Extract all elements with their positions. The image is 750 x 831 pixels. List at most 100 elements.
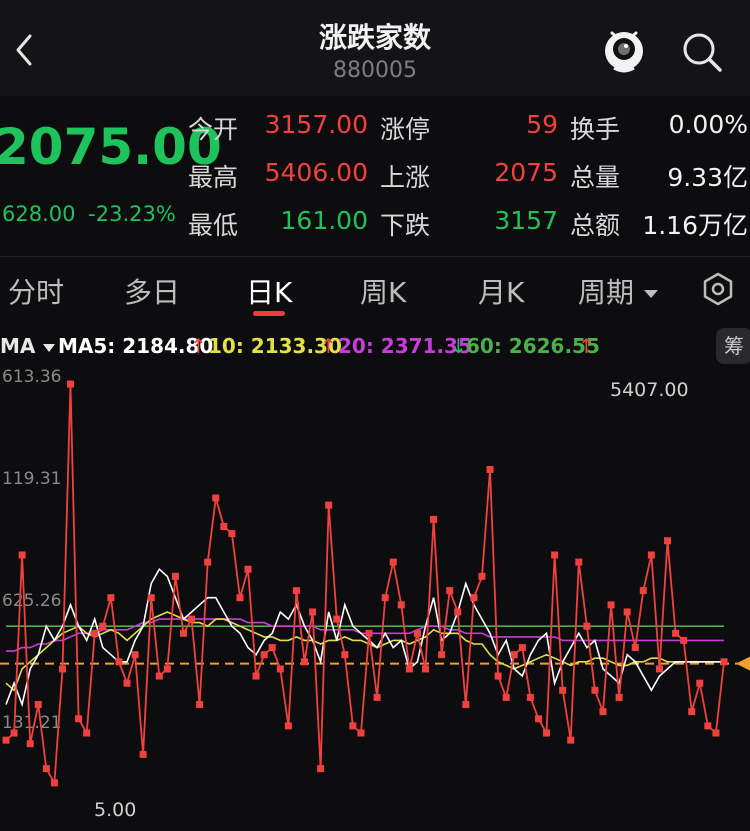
data-point [567,736,575,744]
data-point [284,722,292,730]
stat-label: 上涨 [380,163,431,192]
data-point [107,594,115,602]
data-point [228,530,236,538]
ma5-arrow: ↑ [190,334,207,358]
hexagon-settings-icon[interactable] [700,271,736,307]
data-point [389,558,397,566]
data-point [188,615,196,623]
change-amount: 628.00 [2,202,76,226]
stat-value: 5406.00 [264,158,368,187]
data-point [349,722,357,730]
data-point [204,558,212,566]
data-point [131,651,139,659]
ma-selector[interactable]: MA [0,334,56,358]
data-point [696,679,704,687]
tab-multi-day[interactable]: 多日 [124,271,180,311]
data-point [67,380,75,388]
data-point [50,779,58,787]
tab-monthly-k[interactable]: 月K [478,271,524,311]
data-point [292,587,300,595]
data-point [680,636,688,644]
data-point [171,572,179,580]
data-point [575,558,583,566]
data-point [179,629,187,637]
data-point [454,608,462,616]
data-point [276,665,284,673]
data-point [212,494,220,502]
current-value-marker [736,656,750,671]
k-line-chart[interactable]: 613.36119.31625.26131.215407.005.00 [0,366,750,831]
data-point [373,693,381,701]
data-point [365,629,373,637]
data-point [252,672,260,680]
mascot-icon[interactable] [598,24,650,76]
data-point [526,693,534,701]
change-percent: -23.23% [88,202,176,226]
caret-down-icon [43,344,56,352]
data-point [534,715,542,723]
data-point [486,466,494,474]
data-point [26,740,34,748]
data-point [91,629,99,637]
data-point [155,672,163,680]
data-point [438,651,446,659]
stat-value: 161.00 [280,206,368,235]
tab-weekly-k[interactable]: 周K [360,271,406,311]
data-point [615,693,623,701]
tab-period[interactable]: 周期 [578,271,659,311]
data-point [720,658,728,666]
stat-value: 0.00% [668,110,748,139]
data-point [591,686,599,694]
active-tab-indicator [253,311,285,316]
data-point [220,523,228,531]
ma20-arrow: ↓ [450,334,467,358]
data-point [664,537,672,545]
ma-legend: MA MA5: 2184.80 ↑ 10: 2133.30 ↑ 20: 2371… [0,326,750,366]
stat-label: 总量 [570,163,621,192]
data-point [688,708,696,716]
stat-value: 2075 [494,158,558,187]
data-point [607,601,615,609]
data-point [147,594,155,602]
tab-daily-k[interactable]: 日K [246,271,292,311]
search-icon[interactable] [678,28,726,76]
data-point [599,708,607,716]
stat-value: 1.16万亿 [642,211,748,240]
data-point [478,572,486,580]
data-point [494,672,502,680]
tab-period-label: 周期 [578,276,635,309]
stat-value: 9.33亿 [667,163,748,192]
data-point [236,594,244,602]
data-point [518,644,526,652]
data-point [18,551,26,559]
data-point [317,765,325,773]
y-tick-label: 625.26 [2,591,61,611]
data-point [123,679,131,687]
data-point [502,693,510,701]
main-series-line [5,384,725,786]
stat-value: 3157.00 [264,110,368,139]
data-point [647,551,655,559]
stat-label: 总额 [570,211,621,240]
chip-distribution-button[interactable]: 筹 [716,328,750,364]
data-point [42,765,50,773]
data-point [58,665,66,673]
data-point [300,658,308,666]
data-point [99,622,107,630]
tab-intraday[interactable]: 分时 [8,271,64,311]
ma10-arrow: ↑ [320,334,337,358]
stat-label: 换手 [570,115,621,144]
data-point [139,750,147,758]
data-point [397,601,405,609]
stat-label: 最低 [188,211,239,240]
data-point [333,615,341,623]
data-point [559,686,567,694]
stat-label: 今开 [188,115,239,144]
ma60-arrow: ↑ [578,334,595,358]
data-point [631,644,639,652]
data-point [672,629,680,637]
data-point [543,729,551,737]
data-point [341,651,349,659]
data-point [405,665,413,673]
data-point [163,665,171,673]
